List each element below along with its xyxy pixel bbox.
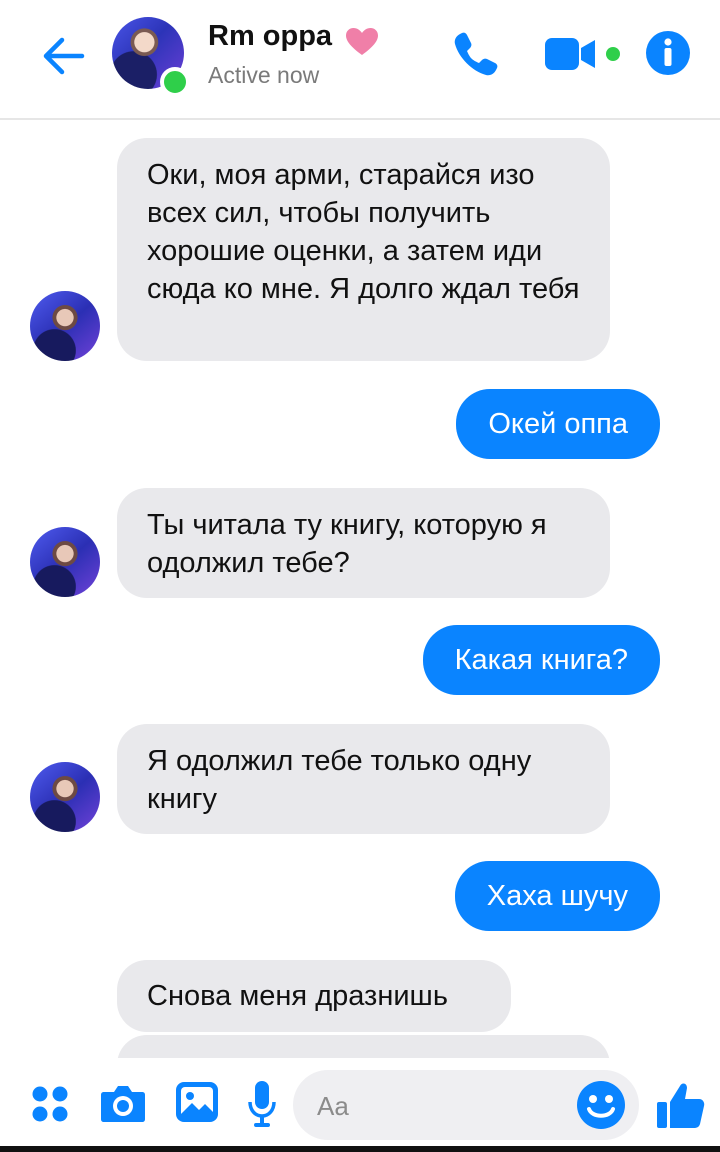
incoming-message-partial[interactable] <box>117 1035 610 1058</box>
phone-call-icon[interactable] <box>450 28 502 80</box>
bottom-bar <box>0 1146 720 1152</box>
outgoing-message[interactable]: Хаха шучу <box>454 861 660 931</box>
info-icon[interactable] <box>645 30 691 76</box>
microphone-icon[interactable] <box>247 1080 277 1128</box>
thumbs-up-icon[interactable] <box>656 1080 706 1130</box>
chat-header: Rm oppa Active now <box>0 0 720 120</box>
sender-avatar[interactable] <box>30 762 100 832</box>
gallery-icon[interactable] <box>175 1081 219 1123</box>
back-arrow-icon[interactable] <box>36 28 92 84</box>
sender-avatar[interactable] <box>30 291 100 361</box>
contact-status: Active now <box>208 62 320 88</box>
incoming-message[interactable]: Я одолжил тебе только одну книгу <box>117 724 610 834</box>
message-list[interactable]: Оки, моя арми, старайся изо всех сил, чт… <box>0 120 720 1058</box>
outgoing-message[interactable]: Окей оппа <box>456 389 660 459</box>
sender-avatar[interactable] <box>30 527 100 597</box>
incoming-message[interactable]: Ты читала ту книгу, которую я одолжил те… <box>117 488 610 598</box>
contact-name[interactable]: Rm oppa <box>208 20 332 53</box>
online-indicator <box>160 67 190 97</box>
input-placeholder: Aa <box>317 1091 349 1121</box>
heart-icon <box>346 28 378 55</box>
video-call-icon[interactable] <box>543 34 625 74</box>
emoji-icon[interactable] <box>576 1080 626 1130</box>
message-composer: Aa <box>0 1058 720 1152</box>
incoming-message[interactable]: Оки, моя арми, старайся изо всех сил, чт… <box>117 138 610 361</box>
outgoing-message[interactable]: Какая книга? <box>422 625 660 695</box>
incoming-message[interactable]: Снова меня дразнишь <box>117 960 511 1032</box>
camera-icon[interactable] <box>100 1082 146 1124</box>
menu-dots-icon[interactable] <box>30 1084 70 1124</box>
